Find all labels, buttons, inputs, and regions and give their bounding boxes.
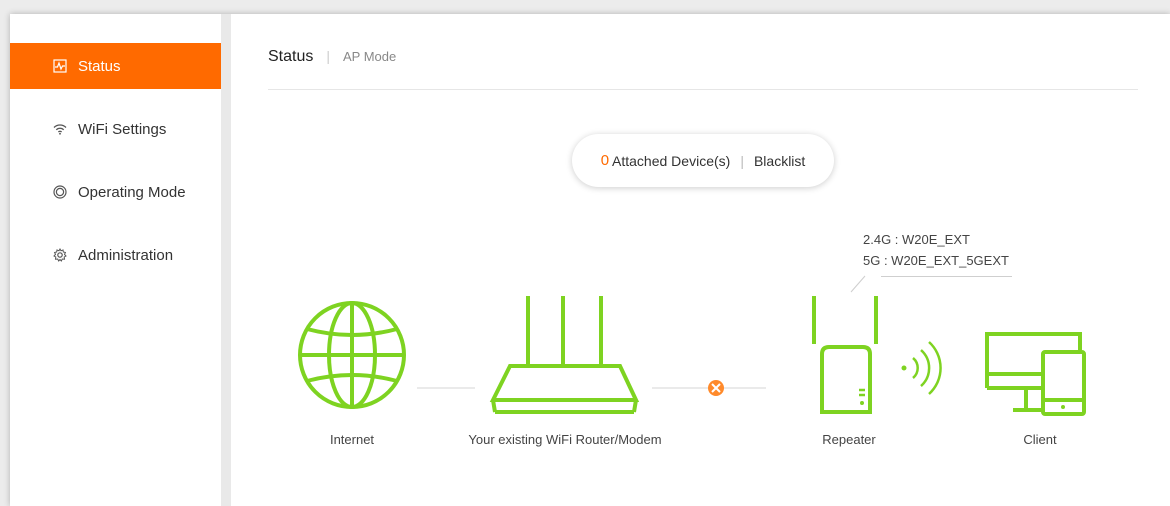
sidebar-item-label: Operating Mode [78,183,186,201]
client-devices-icon [985,332,1086,416]
sidebar-item-administration[interactable]: Administration [10,232,221,278]
repeater-icon [812,296,878,414]
internet-globe-icon [298,301,406,409]
sidebar-item-wifi-settings[interactable]: WiFi Settings [10,106,221,152]
connection-error-icon [708,380,724,396]
main-content: Status | AP Mode 0 Attached Device(s) | … [231,14,1170,506]
operating-mode-icon [52,184,68,200]
internet-label: Internet [329,432,375,447]
client-label: Client [1023,432,1057,447]
repeater-label: Repeater [822,432,876,447]
status-icon [52,58,68,74]
wireless-signal-icon [901,341,942,395]
sidebar-item-operating-mode[interactable]: Operating Mode [10,169,221,215]
sidebar-item-label: WiFi Settings [78,120,167,138]
sidebar-item-label: Status [78,57,121,75]
sidebar-item-status[interactable]: Status [10,43,221,89]
router-label: Your existing WiFi Router/Modem [468,432,662,447]
sidebar-item-label: Administration [78,246,174,264]
gear-icon [52,247,68,263]
app-window: Status WiFi Settings Operating Mode Admi… [10,14,1170,506]
ssid-pointer [850,275,866,293]
sidebar-divider [221,14,231,506]
router-icon [489,296,640,414]
sidebar: Status WiFi Settings Operating Mode Admi… [10,14,221,506]
wifi-icon [52,121,68,137]
